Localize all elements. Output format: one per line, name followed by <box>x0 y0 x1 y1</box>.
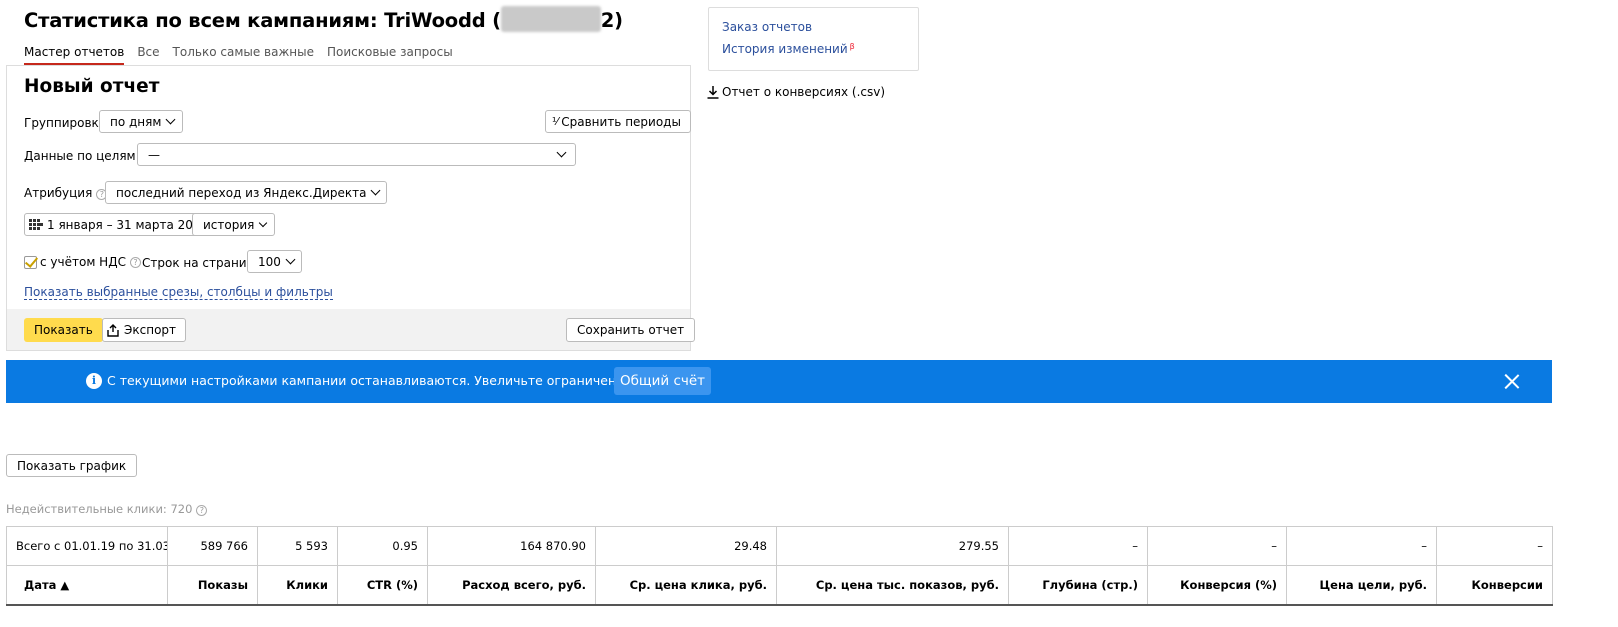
totals-cell: – <box>1286 526 1437 566</box>
vat-checkbox[interactable] <box>24 255 37 269</box>
show-filters-link[interactable]: Показать выбранные срезы, столбцы и филь… <box>24 285 333 300</box>
totals-cell: 5 593 <box>257 526 338 566</box>
show-chart-button[interactable]: Показать график <box>6 454 138 477</box>
export-button[interactable]: Экспорт <box>102 318 187 342</box>
show-filters-link-wrap: Показать выбранные срезы, столбцы и филь… <box>24 285 333 300</box>
report-wizard-card: Новый отчет Группировка по дням ⅟ Сравнит… <box>6 65 696 351</box>
chevron-down-icon <box>556 147 567 158</box>
help-icon[interactable]: ? <box>196 505 208 516</box>
totals-row: Всего с 01.01.19 по 31.03.19 589 766 5 5… <box>6 526 1553 566</box>
order-reports-link[interactable]: Заказ отчетов <box>722 20 812 34</box>
totals-cell: 164 870.90 <box>427 526 596 566</box>
column-header-ctr[interactable]: CTR (%) <box>337 565 428 606</box>
column-header-avg-cpc[interactable]: Ср. цена клика, руб. <box>595 565 777 606</box>
totals-cell: Всего с 01.01.19 по 31.03.19 <box>6 526 168 566</box>
goals-label: Данные по целям? <box>24 149 151 163</box>
totals-cell: 279.55 <box>776 526 1009 566</box>
shared-account-button[interactable]: Общий счёт <box>614 367 711 395</box>
redacted-login <box>500 6 601 32</box>
close-icon[interactable] <box>1503 373 1520 390</box>
chevron-down-icon <box>371 185 381 196</box>
conversions-csv-link[interactable]: Отчет о конверсиях (.csv) <box>707 85 885 99</box>
column-header-goal-cost[interactable]: Цена цели, руб. <box>1286 565 1437 606</box>
totals-cell: – <box>1008 526 1148 566</box>
attribution-label: Атрибуция? <box>24 186 108 200</box>
rows-per-page-label: Строк на странице <box>142 256 263 270</box>
compare-periods-button[interactable]: ⅟ Сравнить периоды <box>545 110 691 133</box>
period-mode-value: история <box>203 217 255 232</box>
tab-all[interactable]: Все <box>137 45 159 65</box>
side-links-box: Заказ отчетов История изменений β <box>708 7 919 71</box>
rows-per-page-value: 100 <box>258 254 281 269</box>
date-range-picker[interactable]: 1 января – 31 марта 2019 <box>24 213 220 236</box>
grouping-value: по дням <box>110 114 162 129</box>
report-card-footer: Показать Экспорт Сохранить отчет <box>7 309 696 350</box>
attribution-value: последний переход из Яндекс.Директа <box>116 185 367 200</box>
history-link-wrap: История изменений β <box>722 42 855 56</box>
chevron-down-icon <box>285 254 296 265</box>
period-mode-select[interactable]: история <box>192 213 276 236</box>
beta-badge: β <box>849 42 855 51</box>
column-header-depth[interactable]: Глубина (стр.) <box>1008 565 1148 606</box>
report-tabs: Мастер отчетов Все Только самые важные П… <box>24 45 466 65</box>
save-report-button[interactable]: Сохранить отчет <box>566 318 696 342</box>
grouping-select[interactable]: по дням <box>99 110 184 133</box>
column-header-conversions[interactable]: Конверсии <box>1436 565 1553 606</box>
tab-search-queries[interactable]: Поисковые запросы <box>327 45 453 65</box>
attribution-select[interactable]: последний переход из Яндекс.Директа <box>105 181 388 204</box>
tab-most-important[interactable]: Только самые важные <box>173 45 314 65</box>
goals-value: — <box>148 147 160 162</box>
page-title: Статистика по всем кампаниям: TriWoodd (… <box>24 6 623 32</box>
totals-cell: – <box>1436 526 1553 566</box>
vat-label: с учётом НДС <box>40 255 126 269</box>
help-icon[interactable]: ? <box>129 256 141 268</box>
column-header-conversion-rate[interactable]: Конверсия (%) <box>1147 565 1287 606</box>
budget-warning-banner: i С текущими настройками кампании остана… <box>6 360 1552 403</box>
date-range-value: 1 января – 31 марта 2019 <box>47 217 209 232</box>
rows-per-page-select[interactable]: 100 <box>247 250 302 273</box>
goals-select[interactable]: — <box>137 143 576 166</box>
chevron-down-icon <box>259 218 268 227</box>
column-header-avg-cpm[interactable]: Ср. цена тыс. показов, руб. <box>776 565 1009 606</box>
info-icon: i <box>86 373 102 389</box>
totals-cell: – <box>1147 526 1287 566</box>
statistics-table: Всего с 01.01.19 по 31.03.19 589 766 5 5… <box>6 526 1553 606</box>
totals-cell: 0.95 <box>337 526 428 566</box>
column-header-cost[interactable]: Расход всего, руб. <box>427 565 596 606</box>
vat-checkbox-row: с учётом НДС? <box>24 255 141 269</box>
show-button[interactable]: Показать <box>24 318 103 342</box>
totals-cell: 29.48 <box>595 526 777 566</box>
percent-compare-icon: ⅟ <box>552 115 559 128</box>
invalid-clicks-info: Недействительные клики: 720? <box>6 502 208 516</box>
download-icon <box>707 85 719 99</box>
totals-cell: 589 766 <box>167 526 258 566</box>
column-header-date[interactable]: Дата ▲ <box>6 565 168 606</box>
upload-icon <box>107 323 119 337</box>
header-row: Дата ▲ Показы Клики CTR (%) Расход всего… <box>6 565 1553 606</box>
chevron-down-icon <box>165 114 176 125</box>
calendar-icon <box>29 219 43 230</box>
banner-text: С текущими настройками кампании останавл… <box>107 373 701 388</box>
column-header-clicks[interactable]: Клики <box>257 565 338 606</box>
grouping-label: Группировка <box>24 116 107 130</box>
column-header-impressions[interactable]: Показы <box>167 565 258 606</box>
report-title: Новый отчет <box>24 76 160 97</box>
tab-report-wizard[interactable]: Мастер отчетов <box>24 45 125 65</box>
history-link[interactable]: История изменений <box>722 42 848 56</box>
